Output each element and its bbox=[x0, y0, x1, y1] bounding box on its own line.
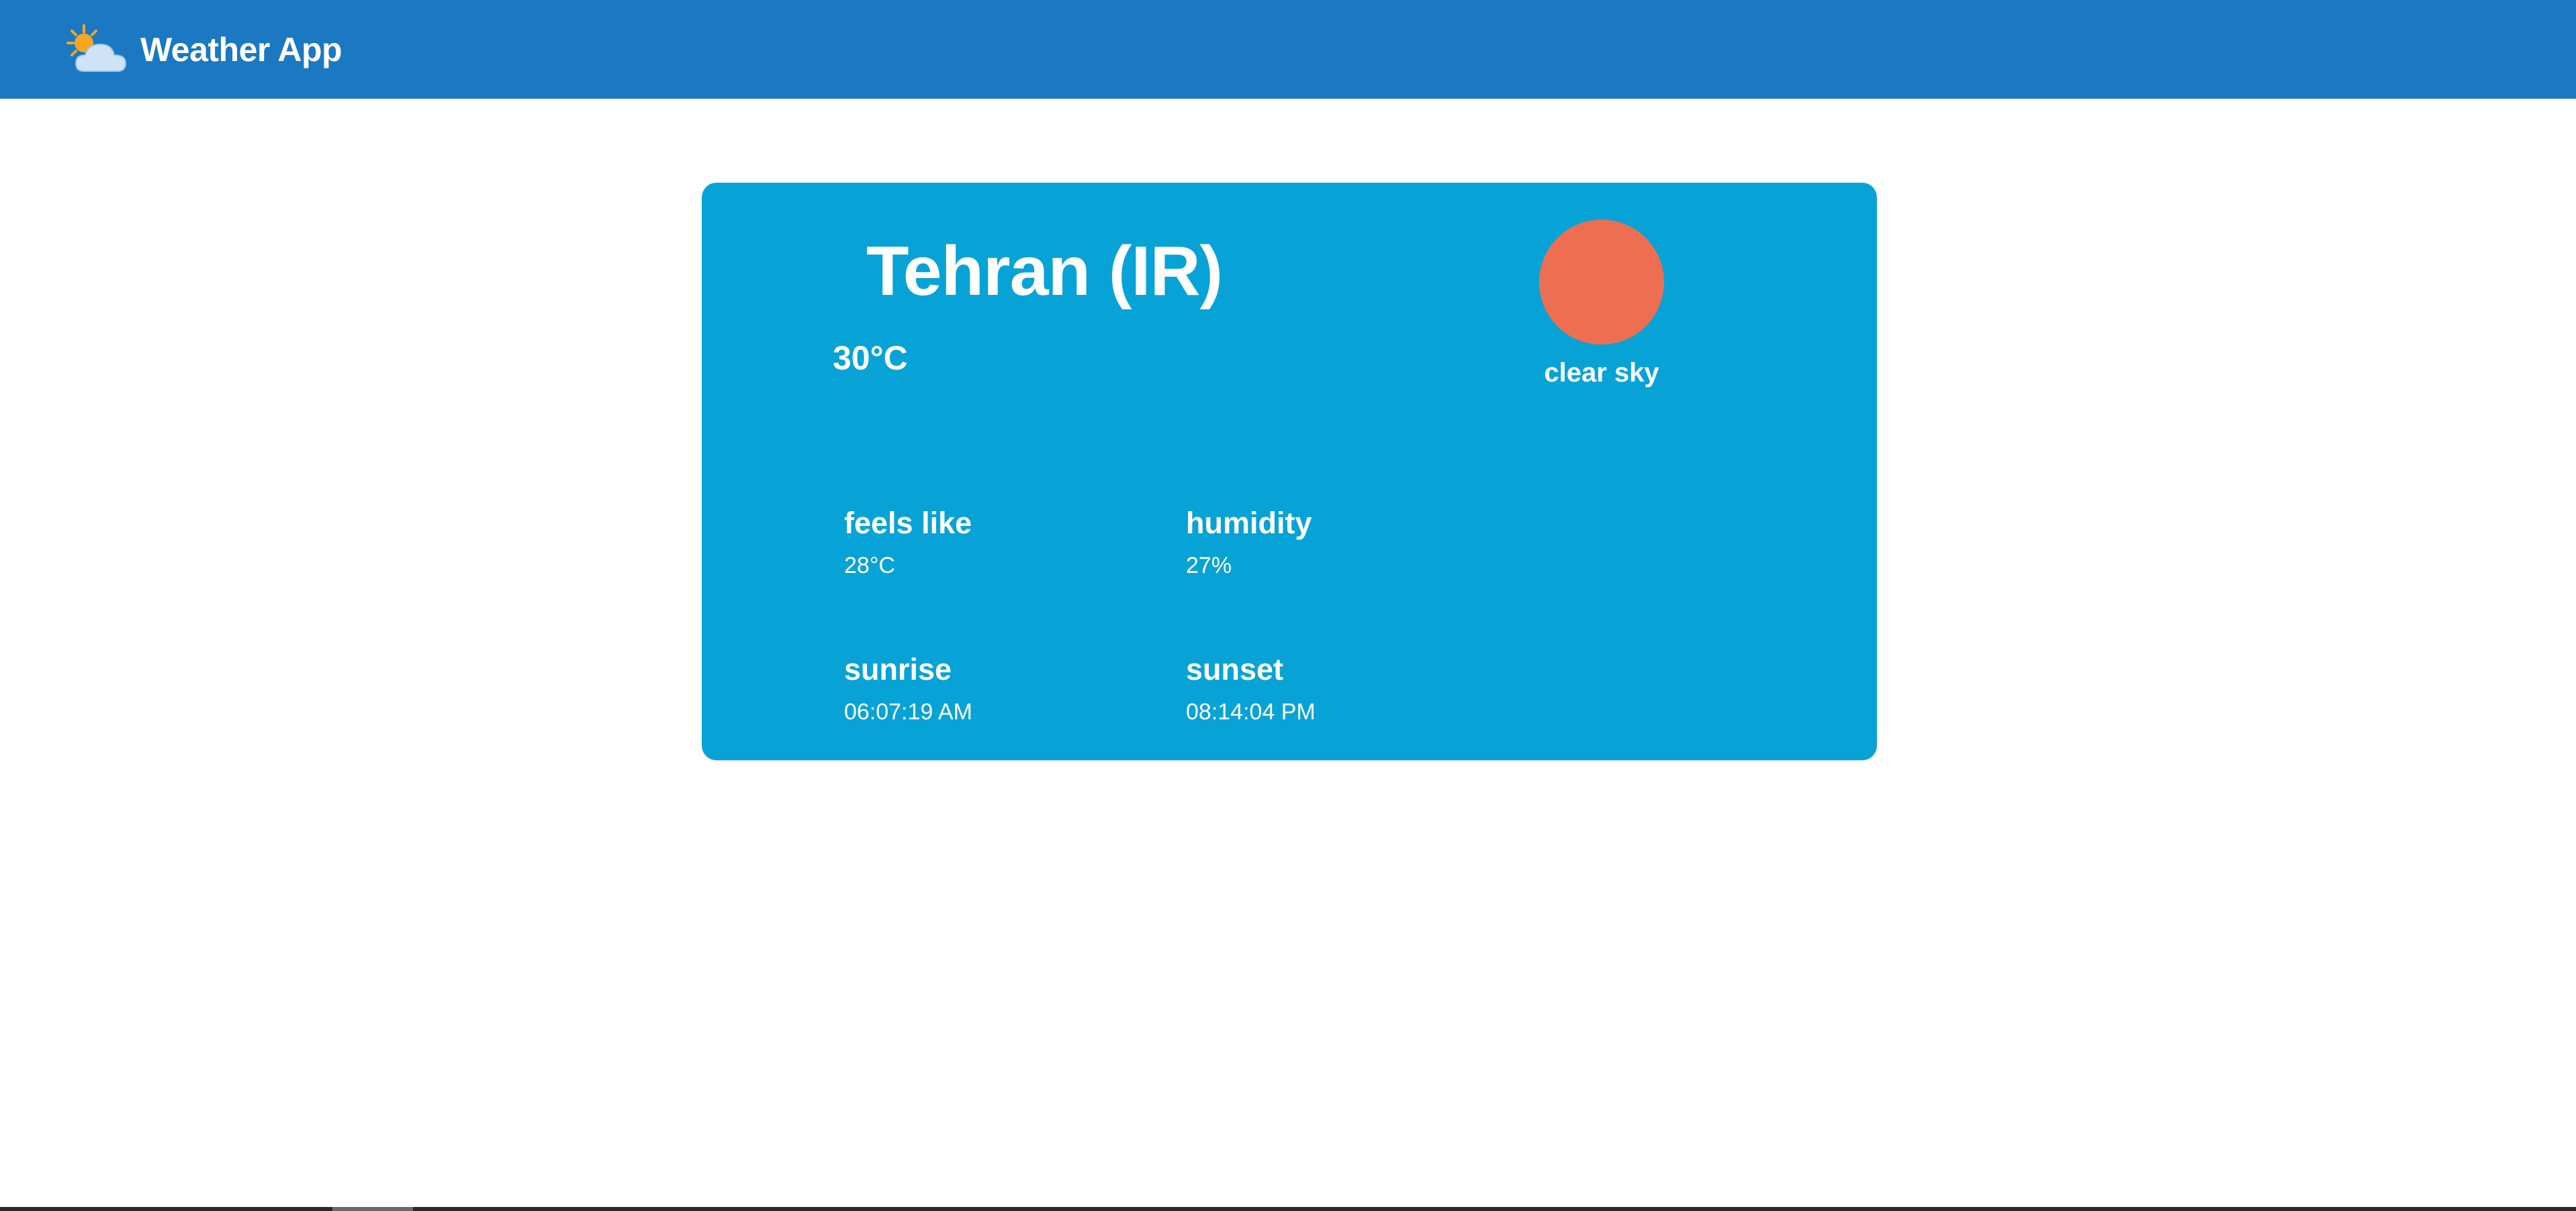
stat-label: humidity bbox=[1186, 506, 1312, 540]
navbar: Weather App bbox=[0, 0, 2576, 99]
temperature: 30°C bbox=[833, 339, 908, 377]
horizontal-scrollbar-thumb[interactable] bbox=[332, 1207, 413, 1211]
stat-sunrise: sunrise 06:07:19 AM bbox=[844, 654, 972, 723]
stat-value: 06:07:19 AM bbox=[844, 699, 972, 725]
stat-sunset: sunset 08:14:04 PM bbox=[1186, 654, 1316, 723]
weather-card: Tehran (IR) 30°C clear sky feels like 28… bbox=[702, 183, 1877, 760]
stat-humidity: humidity 27% bbox=[1186, 508, 1312, 577]
brand[interactable]: Weather App bbox=[64, 16, 342, 83]
stat-label: feels like bbox=[844, 506, 972, 540]
city-name: Tehran (IR) bbox=[866, 232, 1223, 310]
stat-feels-like: feels like 28°C bbox=[844, 508, 972, 577]
sun-behind-cloud-icon bbox=[66, 24, 127, 72]
stat-label: sunrise bbox=[844, 652, 952, 686]
sun-icon bbox=[1539, 220, 1664, 345]
condition-description: clear sky bbox=[1544, 358, 1659, 388]
stat-label: sunset bbox=[1186, 652, 1284, 686]
stat-value: 27% bbox=[1186, 553, 1232, 578]
condition: clear sky bbox=[1521, 220, 1682, 386]
app-title: Weather App bbox=[140, 31, 342, 69]
stat-value: 08:14:04 PM bbox=[1186, 699, 1316, 725]
stat-value: 28°C bbox=[844, 553, 895, 578]
